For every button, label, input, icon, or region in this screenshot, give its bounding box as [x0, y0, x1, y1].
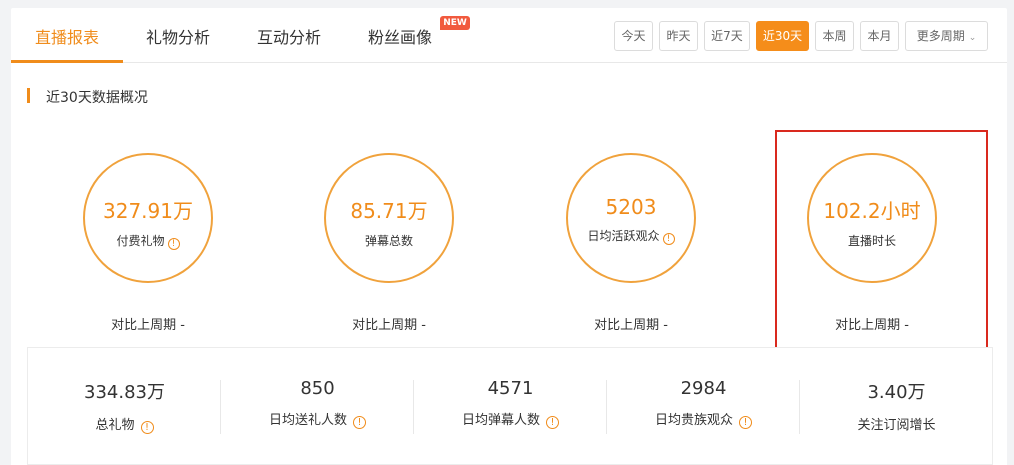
- period-30days-button[interactable]: 近30天: [756, 21, 809, 51]
- period-this-month-button[interactable]: 本月: [860, 21, 899, 51]
- daily-active-viewers-circle: 5203 日均活跃观众!: [566, 153, 696, 283]
- stat-total-gifts-label-row: 总礼物!: [28, 414, 221, 434]
- new-badge: NEW: [440, 16, 470, 30]
- stat-total-gifts: 334.83万 总礼物!: [28, 348, 221, 465]
- stat-daily-noble-viewers-label: 日均贵族观众: [654, 413, 733, 428]
- period-today-button[interactable]: 今天: [614, 21, 653, 51]
- stat-daily-danmaku-users-value: 4571: [487, 378, 534, 399]
- stats-summary-panel: 334.83万 总礼物! 850 日均送礼人数! 4571 日均弹幕人数! 29…: [27, 347, 993, 465]
- stat-daily-danmaku-users: 4571 日均弹幕人数!: [414, 348, 607, 465]
- active-tab-indicator: [11, 60, 123, 63]
- daily-active-viewers-label-row: 日均活跃观众!: [568, 227, 694, 245]
- section-title: 近30天数据概况: [46, 90, 148, 106]
- stat-total-gifts-label: 总礼物: [95, 418, 135, 433]
- more-periods-label: 更多周期: [916, 29, 965, 43]
- info-icon[interactable]: !: [546, 416, 559, 429]
- danmaku-total-compare: 对比上周期 -: [352, 318, 426, 333]
- daily-active-viewers-compare: 对比上周期 -: [594, 318, 668, 333]
- stat-daily-gift-senders-label-row: 日均送礼人数!: [221, 409, 414, 429]
- stat-daily-gift-senders-value: 850: [300, 378, 335, 399]
- paid-gifts-label-row: 付费礼物!: [85, 232, 211, 250]
- period-this-week-button[interactable]: 本周: [815, 21, 854, 51]
- stat-daily-danmaku-users-label-row: 日均弹幕人数!: [414, 409, 607, 429]
- tab-live-report[interactable]: 直播报表: [35, 24, 99, 48]
- daily-active-viewers-value: 5203: [605, 195, 657, 219]
- period-7days-button[interactable]: 近7天: [704, 21, 750, 51]
- stat-daily-gift-senders: 850 日均送礼人数!: [221, 348, 414, 465]
- stat-total-gifts-value: 334.83万: [84, 382, 165, 403]
- chevron-down-icon: ⌄: [968, 33, 977, 43]
- stat-follow-growth-label: 关注订阅增长: [857, 418, 936, 433]
- stat-follow-growth: 3.40万 关注订阅增长: [800, 348, 993, 465]
- section-title-accent: [27, 88, 30, 103]
- danmaku-total-value: 85.71万: [350, 199, 428, 223]
- tab-gift-analysis[interactable]: 礼物分析: [146, 24, 210, 48]
- report-panel: 直播报表 礼物分析 互动分析 粉丝画像 NEW 今天 昨天 近7天 近30天 本…: [11, 8, 1007, 465]
- paid-gifts-label: 付费礼物: [116, 234, 165, 248]
- stat-daily-noble-viewers: 2984 日均贵族观众!: [607, 348, 800, 465]
- stat-follow-growth-value: 3.40万: [867, 382, 926, 403]
- stat-daily-noble-viewers-label-row: 日均贵族观众!: [607, 409, 800, 429]
- info-icon[interactable]: !: [662, 233, 675, 245]
- info-icon[interactable]: !: [167, 238, 180, 250]
- daily-active-viewers-label: 日均活跃观众: [587, 229, 660, 243]
- info-icon[interactable]: !: [353, 416, 366, 429]
- tab-bar: 直播报表 礼物分析 互动分析 粉丝画像 NEW 今天 昨天 近7天 近30天 本…: [11, 8, 1007, 63]
- info-icon[interactable]: !: [140, 421, 154, 434]
- highlight-annotation-box: [775, 130, 988, 349]
- tab-interaction-analysis[interactable]: 互动分析: [257, 24, 321, 48]
- paid-gifts-value: 327.91万: [103, 199, 193, 223]
- period-yesterday-button[interactable]: 昨天: [659, 21, 698, 51]
- more-periods-dropdown[interactable]: 更多周期 ⌄: [905, 21, 988, 51]
- stat-daily-danmaku-users-label: 日均弹幕人数: [461, 413, 540, 428]
- paid-gifts-compare: 对比上周期 -: [111, 318, 185, 333]
- danmaku-total-circle: 85.71万 弹幕总数: [324, 153, 454, 283]
- tab-fan-profile[interactable]: 粉丝画像: [368, 24, 432, 48]
- stat-daily-noble-viewers-value: 2984: [680, 378, 727, 399]
- danmaku-total-label: 弹幕总数: [364, 234, 413, 248]
- stat-daily-gift-senders-label: 日均送礼人数: [268, 413, 347, 428]
- info-icon[interactable]: !: [739, 416, 752, 429]
- paid-gifts-circle: 327.91万 付费礼物!: [83, 153, 213, 283]
